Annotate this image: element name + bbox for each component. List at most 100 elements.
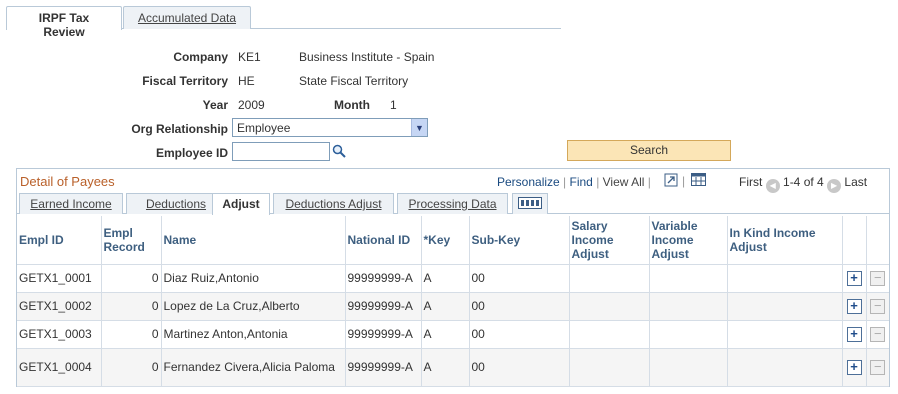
cell-delete: − <box>866 292 889 321</box>
cell-variable-adjust <box>649 264 728 293</box>
tab-processing-data[interactable]: Processing Data <box>397 193 508 214</box>
add-row-icon[interactable]: + <box>846 270 862 286</box>
page-tab-bar: IRPF Tax Review Accumulated Data <box>6 6 561 39</box>
tab-deductions[interactable]: Deductions <box>126 193 226 214</box>
grid-tab-bar: Earned Income Deductions Adjust Deductio… <box>17 193 889 215</box>
arrow-right-icon[interactable]: ▶ <box>827 179 842 193</box>
cell-key: A <box>421 320 470 349</box>
cell-empl-id: GETX1_0002 <box>17 292 102 321</box>
cell-national-id: 99999999-A <box>345 348 422 387</box>
col-header-add <box>842 216 867 265</box>
table-row: GETX1_0001 0 Diaz Ruiz,Antonio 99999999-… <box>17 264 889 293</box>
find-link[interactable]: Find <box>570 175 593 189</box>
cell-key: A <box>421 348 470 387</box>
add-row-icon[interactable]: + <box>846 326 862 342</box>
show-all-columns-icon[interactable] <box>512 193 548 214</box>
org-relationship-label: Org Relationship <box>131 122 228 136</box>
tab-accumulated-data[interactable]: Accumulated Data <box>123 6 251 29</box>
cell-key: A <box>421 264 470 293</box>
tab-deductions-adjust[interactable]: Deductions Adjust <box>273 193 394 214</box>
chevron-down-icon[interactable]: ▼ <box>411 119 427 136</box>
cell-sub-key: 00 <box>469 320 570 349</box>
arrow-left-icon[interactable]: ◀ <box>765 179 780 193</box>
cell-sub-key: 00 <box>469 348 570 387</box>
cell-empl-id: GETX1_0003 <box>17 320 102 349</box>
cell-in-kind-adjust <box>727 348 843 387</box>
add-row-icon[interactable]: + <box>846 359 862 375</box>
zoom-grid-icon[interactable] <box>664 173 678 187</box>
table-row: GETX1_0003 0 Martinez Anton,Antonia 9999… <box>17 320 889 349</box>
org-relationship-value: Employee <box>237 121 291 135</box>
company-label: Company <box>173 50 228 64</box>
employee-id-input[interactable] <box>232 142 330 161</box>
cell-sub-key: 00 <box>469 292 570 321</box>
org-relationship-select[interactable]: Employee ▼ <box>232 118 428 137</box>
col-header-sub-key: Sub-Key <box>469 216 570 265</box>
col-header-variable-income-adjust: Variable Income Adjust <box>649 216 728 265</box>
cell-national-id: 99999999-A <box>345 292 422 321</box>
cell-variable-adjust <box>649 348 728 387</box>
delete-row-icon[interactable]: − <box>870 359 886 375</box>
delete-row-icon[interactable]: − <box>870 326 886 342</box>
fiscal-territory-label: Fiscal Territory <box>142 74 228 88</box>
cell-name: Lopez de La Cruz,Alberto <box>161 292 346 321</box>
tab-earned-income[interactable]: Earned Income <box>19 193 123 214</box>
cell-add: + <box>842 292 867 321</box>
cell-empl-record: 0 <box>101 264 162 293</box>
add-row-icon[interactable]: + <box>846 298 862 314</box>
col-header-key: *Key <box>421 216 470 265</box>
cell-empl-record: 0 <box>101 320 162 349</box>
first-label: First <box>739 175 763 189</box>
cell-in-kind-adjust <box>727 320 843 349</box>
table-row: GETX1_0002 0 Lopez de La Cruz,Alberto 99… <box>17 292 889 321</box>
cell-empl-record: 0 <box>101 292 162 321</box>
nav-separator: | <box>682 174 686 188</box>
fiscal-territory-name: State Fiscal Territory <box>299 74 409 88</box>
cell-salary-adjust <box>569 348 650 387</box>
cell-empl-id: GETX1_0004 <box>17 348 102 387</box>
cell-delete: − <box>866 320 889 349</box>
cell-add: + <box>842 320 867 349</box>
cell-salary-adjust <box>569 264 650 293</box>
magnifier-icon[interactable] <box>332 144 346 158</box>
col-header-in-kind-income-adjust: In Kind Income Adjust <box>727 216 843 265</box>
table-row: GETX1_0004 0 Fernandez Civera,Alicia Pal… <box>17 348 889 387</box>
nav-separator: | <box>647 175 651 189</box>
cell-salary-adjust <box>569 320 650 349</box>
grid-title: Detail of Payees <box>20 174 115 189</box>
fiscal-territory-code: HE <box>238 74 255 88</box>
cell-name: Fernandez Civera,Alicia Paloma <box>161 348 346 387</box>
cell-in-kind-adjust <box>727 292 843 321</box>
cell-variable-adjust <box>649 320 728 349</box>
cell-key: A <box>421 292 470 321</box>
delete-row-icon[interactable]: − <box>870 270 886 286</box>
search-button[interactable]: Search <box>567 140 731 161</box>
col-header-salary-income-adjust: Salary Income Adjust <box>569 216 650 265</box>
download-grid-icon[interactable] <box>691 173 706 186</box>
cell-national-id: 99999999-A <box>345 264 422 293</box>
year-value: 2009 <box>238 98 265 112</box>
last-label: Last <box>844 175 868 189</box>
col-header-empl-id: Empl ID <box>17 216 102 265</box>
cell-name: Martinez Anton,Antonia <box>161 320 346 349</box>
delete-row-icon[interactable]: − <box>870 298 886 314</box>
cell-empl-record: 0 <box>101 348 162 387</box>
cell-national-id: 99999999-A <box>345 320 422 349</box>
col-header-national-id: National ID <box>345 216 422 265</box>
cell-empl-id: GETX1_0001 <box>17 264 102 293</box>
col-header-name: Name <box>161 216 346 265</box>
tab-adjust[interactable]: Adjust <box>212 193 270 215</box>
month-value: 1 <box>390 98 397 112</box>
row-range: 1-4 of 4 <box>783 175 824 189</box>
col-header-delete <box>866 216 889 265</box>
tab-irpf-tax-review[interactable]: IRPF Tax Review <box>6 6 122 39</box>
payees-table: Empl ID Empl Record Name National ID *Ke… <box>17 216 889 387</box>
cell-in-kind-adjust <box>727 264 843 293</box>
view-all-link[interactable]: View All <box>603 175 645 189</box>
cell-variable-adjust <box>649 292 728 321</box>
year-label: Year <box>202 98 228 112</box>
company-code: KE1 <box>238 50 261 64</box>
company-name: Business Institute - Spain <box>299 50 435 64</box>
personalize-link[interactable]: Personalize <box>497 175 560 189</box>
cell-add: + <box>842 348 867 387</box>
